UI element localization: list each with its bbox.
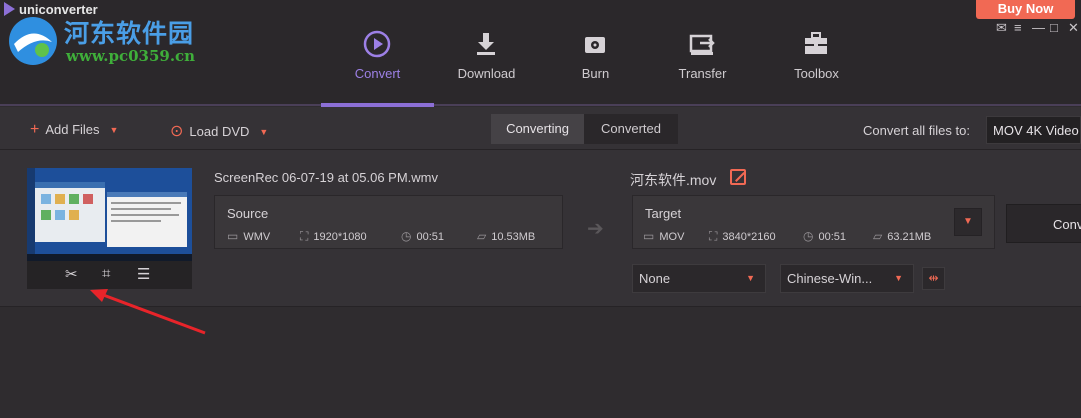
chevron-down-icon: ▼ bbox=[894, 273, 903, 283]
source-resolution-value: 1920*1080 bbox=[313, 231, 367, 243]
target-format-dropdown[interactable]: ▼ bbox=[954, 208, 982, 236]
target-format: ▭ MOV bbox=[643, 229, 684, 243]
nav-burn-label: Burn bbox=[581, 66, 610, 81]
minimize-icon[interactable]: — bbox=[1032, 20, 1045, 35]
resolution-icon: ⛶ bbox=[300, 229, 309, 243]
chevron-down-icon: ▼ bbox=[746, 273, 755, 283]
close-icon[interactable]: ✕ bbox=[1068, 20, 1079, 36]
chevron-down-icon[interactable]: ▼ bbox=[259, 127, 268, 137]
film-icon: ▭ bbox=[643, 229, 655, 243]
transfer-icon bbox=[689, 34, 715, 55]
source-info-box: Source ▭ WMV ⛶ 1920*1080 ◷ 00:51 ▱ 10.53MB bbox=[214, 195, 563, 249]
source-size-value: 10.53MB bbox=[491, 231, 536, 243]
source-title: Source bbox=[227, 206, 269, 221]
subtitle-select-value: None bbox=[639, 271, 671, 286]
nav-transfer-label: Transfer bbox=[678, 66, 727, 81]
load-dvd-button[interactable]: ⊙ Load DVD ▼ bbox=[170, 121, 268, 141]
source-resolution: ⛶ 1920*1080 bbox=[300, 229, 367, 244]
watermark-title: 河东软件园 bbox=[64, 19, 195, 48]
load-dvd-label: Load DVD bbox=[189, 124, 250, 139]
nav-convert-label: Convert bbox=[354, 66, 401, 81]
convert-button[interactable]: Conv bbox=[1006, 204, 1081, 243]
add-files-label: Add Files bbox=[45, 122, 100, 137]
source-format-value: WMV bbox=[243, 231, 271, 243]
audio-select-value: Chinese-Win... bbox=[787, 271, 873, 286]
download-icon bbox=[477, 33, 495, 55]
source-duration-value: 00:51 bbox=[416, 231, 445, 243]
tab-switcher: Converting Converted bbox=[491, 114, 678, 144]
maximize-icon[interactable]: □ bbox=[1050, 20, 1058, 35]
convert-arrow-icon: ➔ bbox=[587, 218, 604, 240]
edit-name-icon[interactable] bbox=[730, 169, 746, 185]
nav-convert[interactable]: Convert bbox=[321, 26, 434, 104]
nav-toolbox[interactable]: Toolbox bbox=[760, 26, 873, 104]
convert-icon bbox=[363, 30, 391, 58]
folder-icon: ▱ bbox=[477, 229, 487, 243]
target-info-box[interactable]: Target ▭ MOV ⛶ 3840*2160 ◷ 00:51 ▱ 63.21MB bbox=[632, 195, 995, 249]
folder-icon: ▱ bbox=[873, 229, 883, 243]
nav-transfer[interactable]: Transfer bbox=[646, 26, 759, 104]
merge-split-icon[interactable]: ⇹ bbox=[922, 267, 945, 290]
convert-all-format-select[interactable]: MOV 4K Video bbox=[986, 116, 1081, 144]
target-duration-value: 00:51 bbox=[818, 231, 847, 243]
film-icon: ▭ bbox=[227, 229, 239, 243]
plus-icon: + bbox=[30, 121, 40, 138]
source-size: ▱ 10.53MB bbox=[477, 229, 535, 243]
convert-all-label: Convert all files to: bbox=[863, 123, 970, 138]
target-size: ▱ 63.21MB bbox=[873, 229, 931, 243]
nav-download-label: Download bbox=[457, 66, 516, 81]
source-file-name: ScreenRec 06-07-19 at 05.06 PM.wmv bbox=[214, 170, 438, 185]
nav-burn[interactable]: Burn bbox=[539, 26, 652, 104]
clock-icon: ◷ bbox=[401, 229, 412, 243]
nav-toolbox-label: Toolbox bbox=[794, 66, 839, 81]
chevron-down-icon[interactable]: ▼ bbox=[110, 125, 119, 135]
trim-scissors-icon[interactable]: ✂ bbox=[65, 265, 78, 283]
menu-icon[interactable]: ≡ bbox=[1014, 20, 1022, 35]
subtitle-select[interactable]: None ▼ bbox=[632, 264, 766, 293]
audio-track-select[interactable]: Chinese-Win... ▼ bbox=[780, 264, 914, 293]
annotation-arrow bbox=[90, 289, 206, 335]
dvd-icon: ⊙ bbox=[170, 123, 184, 140]
toolbox-icon bbox=[805, 32, 827, 54]
clock-icon: ◷ bbox=[803, 229, 814, 243]
nav-divider bbox=[0, 104, 1081, 106]
watermark-url: www.pc0359.cn bbox=[66, 47, 196, 65]
burn-icon bbox=[585, 37, 605, 53]
window-controls: ✉ ≡ — □ ✕ bbox=[996, 20, 1081, 40]
watermark-logo bbox=[9, 17, 57, 65]
add-files-button[interactable]: + Add Files ▼ bbox=[30, 121, 118, 139]
target-file-name: 河东软件.mov bbox=[630, 172, 717, 188]
target-title: Target bbox=[645, 206, 682, 221]
video-thumbnail[interactable] bbox=[27, 168, 192, 261]
target-resolution: ⛶ 3840*2160 bbox=[709, 229, 776, 244]
source-format: ▭ WMV bbox=[227, 229, 270, 243]
nav-download[interactable]: Download bbox=[430, 26, 543, 104]
resolution-icon: ⛶ bbox=[709, 229, 718, 243]
mail-icon[interactable]: ✉ bbox=[996, 20, 1007, 36]
source-duration: ◷ 00:51 bbox=[401, 229, 444, 243]
target-resolution-value: 3840*2160 bbox=[722, 231, 776, 243]
tab-converting[interactable]: Converting bbox=[491, 114, 584, 144]
target-duration: ◷ 00:51 bbox=[803, 229, 846, 243]
target-size-value: 63.21MB bbox=[887, 231, 932, 243]
target-format-value: MOV bbox=[659, 231, 685, 243]
tab-converted[interactable]: Converted bbox=[584, 114, 678, 144]
buy-now-button[interactable]: Buy Now bbox=[976, 0, 1075, 19]
